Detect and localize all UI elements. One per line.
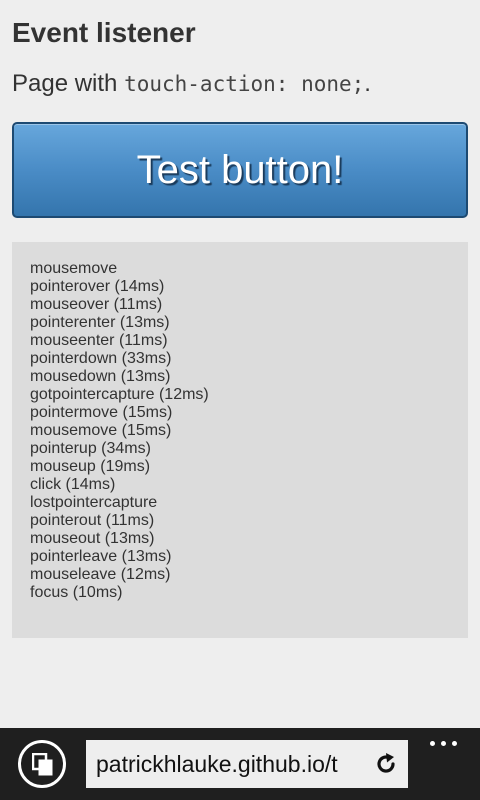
more-dot <box>452 741 457 746</box>
event-log-item: focus (10ms) <box>30 584 123 601</box>
event-log-item: mouseover (11ms) <box>30 296 163 313</box>
test-button[interactable]: Test button! <box>12 122 468 218</box>
event-log-item: mouseenter (11ms) <box>30 332 168 349</box>
event-log-item: pointerleave (13ms) <box>30 548 172 565</box>
event-log-item: mouseout (13ms) <box>30 530 155 547</box>
more-dot <box>441 741 446 746</box>
more-icon[interactable] <box>424 732 464 756</box>
event-log-item: pointerup (34ms) <box>30 440 151 457</box>
event-log: mousemove pointerover (14ms) mouseover (11… <box>12 242 468 638</box>
event-log-item: click (14ms) <box>30 476 116 493</box>
event-log-item: mousemove (15ms) <box>30 422 172 439</box>
event-log-item: mousemove <box>30 260 118 277</box>
event-log-item: gotpointercapture (12ms) <box>30 386 209 403</box>
address-text: patrickhlauke.github.io/t <box>96 751 338 777</box>
event-log-item: lostpointercapture <box>30 494 158 511</box>
event-log-item: pointerenter (13ms) <box>30 314 170 331</box>
address-field[interactable]: patrickhlauke.github.io/t <box>86 740 408 788</box>
event-log-list: mousemove pointerover (14ms) mouseover (11… <box>30 260 450 602</box>
event-log-item: pointerdown (33ms) <box>30 350 172 367</box>
event-log-item: pointermove (15ms) <box>30 404 173 421</box>
more-dot <box>430 741 435 746</box>
intro-prefix: Page with <box>12 70 125 97</box>
event-log-item: mouseup (19ms) <box>30 458 151 475</box>
event-log-item: pointerover (14ms) <box>30 278 165 295</box>
event-log-item: mouseleave (12ms) <box>30 566 171 583</box>
browser-bar: patrickhlauke.github.io/t <box>0 728 480 800</box>
refresh-icon[interactable] <box>374 752 398 776</box>
page-title: Event listener <box>12 17 196 48</box>
tabs-button[interactable] <box>18 740 66 788</box>
tabs-icon <box>32 753 53 776</box>
intro-suffix: . <box>364 70 371 97</box>
intro-text: Page with touch-action: none;. <box>12 68 371 100</box>
intro-code: touch-action: none; <box>124 72 365 96</box>
event-log-item: mousedown (13ms) <box>30 368 171 385</box>
event-log-item: pointerout (11ms) <box>30 512 155 529</box>
